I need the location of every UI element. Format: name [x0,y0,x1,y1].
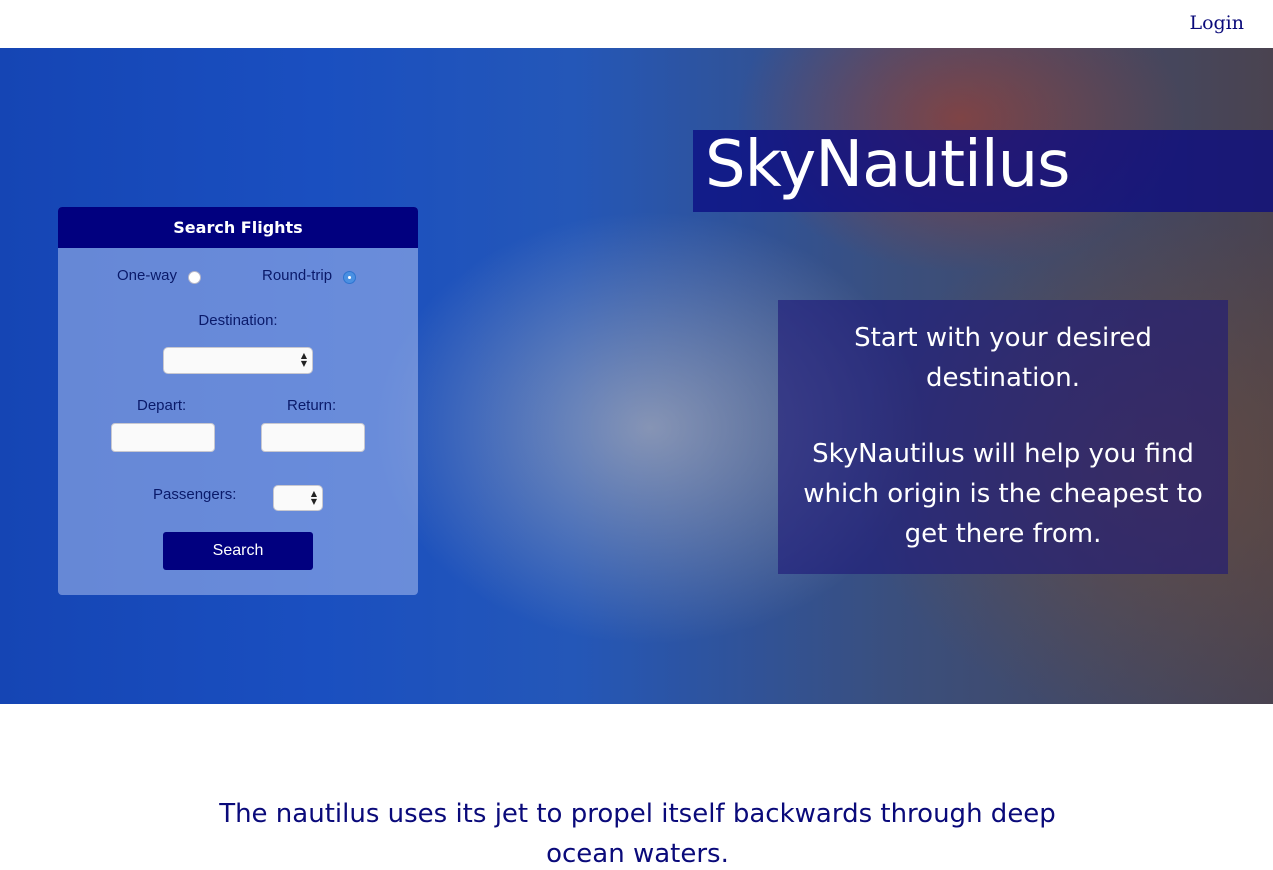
top-bar: Login [0,0,1273,48]
depart-label: Depart: [137,397,187,414]
round-trip-label: Round-trip [262,267,333,284]
login-link[interactable]: Login [1189,12,1244,34]
destination-select[interactable]: ▲ ▼ [163,347,313,374]
info-text-line: Start with your desired destination. [854,323,1152,393]
return-label: Return: [287,397,337,414]
info-box: Start with your desired destination. Sky… [778,300,1228,574]
one-way-radio[interactable] [188,271,201,284]
info-text-line: SkyNautilus will help you find which ori… [803,439,1203,549]
brand-title: SkyNautilus [705,128,1070,202]
passengers-select[interactable]: ▲ ▼ [273,485,323,511]
search-button[interactable]: Search [163,532,313,570]
passengers-label: Passengers: [153,486,237,503]
search-flights-panel: Search Flights One-way Round-trip Destin… [58,207,418,595]
return-date-input[interactable] [261,423,365,452]
one-way-label: One-way [117,267,178,284]
destination-label: Destination: [198,312,278,329]
tagline-text: The nautilus uses its jet to propel itse… [219,799,1056,869]
search-panel-title: Search Flights [58,207,418,248]
select-arrows-icon: ▲ ▼ [310,489,317,506]
select-arrows-icon: ▲ ▼ [300,351,307,368]
brand-banner: SkyNautilus [693,128,1273,212]
hero-banner: Search Flights One-way Round-trip Destin… [0,48,1273,704]
depart-date-input[interactable] [111,423,215,452]
round-trip-radio[interactable] [343,271,356,284]
